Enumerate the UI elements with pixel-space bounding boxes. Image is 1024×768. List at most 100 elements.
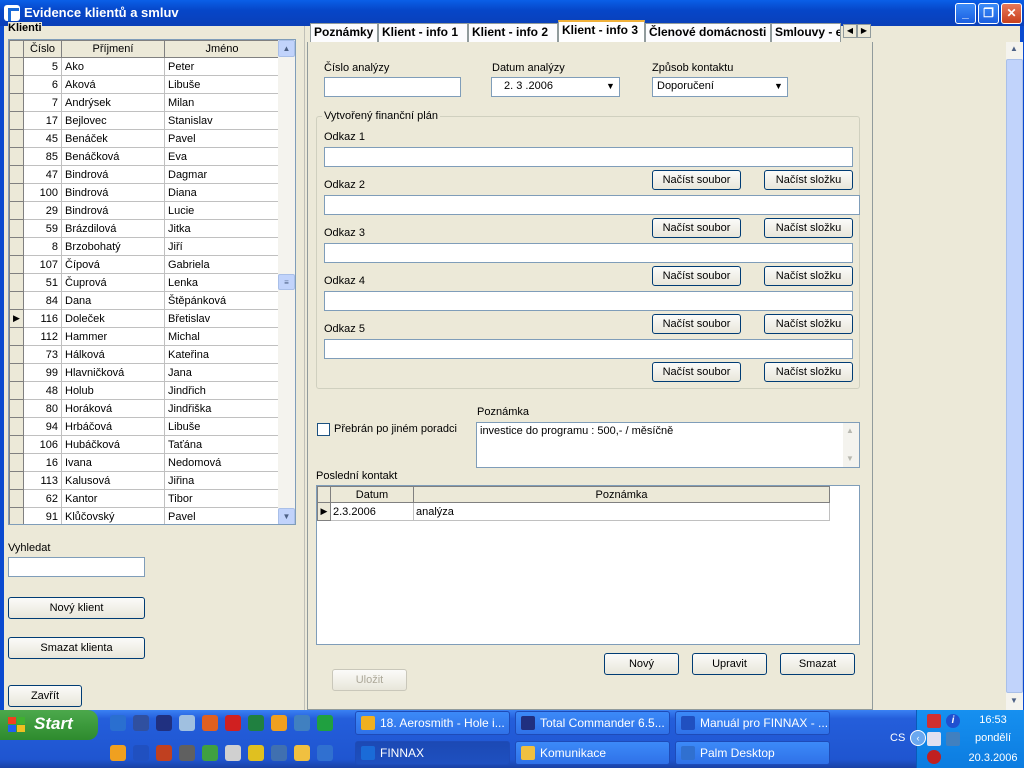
row-indicator[interactable] [9, 57, 24, 76]
row-indicator[interactable] [9, 93, 24, 112]
row-indicator[interactable] [9, 111, 24, 130]
quicklaunch-outlook-icon[interactable] [156, 745, 172, 761]
quicklaunch-folder-icon[interactable] [294, 745, 310, 761]
chevron-down-icon[interactable]: ▼ [603, 79, 618, 93]
table-row[interactable]: 113 Kalusová Jiřina [9, 471, 280, 490]
contact-new-button[interactable]: Nový [604, 653, 679, 675]
link-1-input[interactable] [324, 147, 853, 167]
table-row[interactable]: ▶ 116 Doleček Břetislav [9, 309, 280, 328]
row-indicator[interactable] [9, 183, 24, 202]
table-row[interactable]: 106 Hubáčková Taťána [9, 435, 280, 454]
column-header-date[interactable]: Datum [330, 486, 414, 503]
table-row[interactable]: 51 Čuprová Lenka [9, 273, 280, 292]
quicklaunch-app-icon[interactable] [248, 715, 264, 731]
row-indicator[interactable] [9, 471, 24, 490]
scroll-thumb[interactable]: ≡ [278, 274, 295, 290]
search-input[interactable] [8, 557, 145, 577]
load-folder-button-3[interactable]: Načíst složku [764, 266, 853, 286]
scroll-up-icon[interactable]: ▲ [846, 426, 854, 435]
tab-contracts[interactable]: Smlouvy - e [771, 23, 841, 42]
quicklaunch-firefox-icon[interactable] [202, 715, 218, 731]
minimize-button[interactable]: _ [955, 3, 976, 24]
quicklaunch-palm-icon[interactable] [317, 745, 333, 761]
table-row[interactable]: 29 Bindrová Lucie [9, 201, 280, 220]
save-button[interactable]: Uložit [332, 669, 407, 691]
tab-client-info-2[interactable]: Klient - info 2 [468, 23, 558, 42]
quicklaunch-winamp-icon[interactable] [271, 715, 287, 731]
table-row[interactable]: 62 Kantor Tibor [9, 489, 280, 508]
load-folder-button-4[interactable]: Načíst složku [764, 314, 853, 334]
new-client-button[interactable]: Nový klient [8, 597, 145, 619]
table-row[interactable]: ▶ 2.3.2006 analýza [317, 502, 830, 521]
row-indicator[interactable] [9, 327, 24, 346]
contact-method-select[interactable]: Doporučení ▼ [652, 77, 788, 97]
table-row[interactable]: 16 Ivana Nedomová [9, 453, 280, 472]
scroll-up-icon[interactable]: ▲ [1010, 44, 1018, 53]
scroll-up-icon[interactable]: ▲ [278, 40, 295, 57]
language-indicator[interactable]: CS [890, 732, 905, 744]
table-row[interactable]: 8 Brzobohatý Jiří [9, 237, 280, 256]
row-indicator[interactable] [9, 165, 24, 184]
close-app-button[interactable]: Zavřít [8, 685, 82, 707]
clients-scrollbar[interactable]: ▲ ≡ ▼ [278, 40, 295, 524]
table-row[interactable]: 85 Benáčková Eva [9, 147, 280, 166]
row-indicator[interactable] [9, 201, 24, 220]
table-row[interactable]: 6 Aková Libuše [9, 75, 280, 94]
antivirus-icon[interactable] [927, 750, 941, 764]
taken-over-checkbox[interactable] [317, 423, 330, 436]
main-scrollbar[interactable]: ▲ ▼ [1006, 42, 1023, 710]
quicklaunch-phone-icon[interactable] [248, 745, 264, 761]
row-indicator[interactable] [9, 399, 24, 418]
row-indicator[interactable] [9, 147, 24, 166]
row-indicator[interactable] [9, 273, 24, 292]
quicklaunch-word-icon[interactable] [133, 745, 149, 761]
link-3-input[interactable] [324, 243, 853, 263]
clients-grid[interactable]: Číslo Příjmení Jméno 5 Ako Peter 6 Aková Libu… [8, 39, 296, 525]
quicklaunch-tool-icon[interactable] [294, 715, 310, 731]
row-indicator[interactable] [9, 75, 24, 94]
contact-edit-button[interactable]: Upravit [692, 653, 767, 675]
taskbar-button[interactable]: FINNAX [355, 741, 510, 765]
row-indicator[interactable] [9, 219, 24, 238]
clock-time[interactable]: 16:53 [965, 714, 1021, 726]
column-header-name[interactable]: Jméno [164, 40, 280, 58]
delete-client-button[interactable]: Smazat klienta [8, 637, 145, 659]
quicklaunch-commander-icon[interactable] [156, 715, 172, 731]
taskbar-button[interactable]: Komunikace [515, 741, 670, 765]
quicklaunch-settings-icon[interactable] [179, 745, 195, 761]
network-icon[interactable] [927, 714, 941, 728]
table-row[interactable]: 100 Bindrová Diana [9, 183, 280, 202]
contact-delete-button[interactable]: Smazat [780, 653, 855, 675]
load-file-button-1[interactable]: Načíst soubor [652, 170, 741, 190]
quicklaunch-bs-icon[interactable] [271, 745, 287, 761]
quicklaunch-globe-icon[interactable] [202, 745, 218, 761]
table-row[interactable]: 80 Horáková Jindřiška [9, 399, 280, 418]
link-5-input[interactable] [324, 339, 853, 359]
taken-over-label[interactable]: Přebrán po jiném poradci [334, 423, 457, 435]
taskbar-button[interactable]: 18. Aerosmith - Hole i... [355, 711, 510, 735]
quicklaunch-opera-icon[interactable] [225, 715, 241, 731]
security-icon[interactable] [927, 732, 941, 746]
table-row[interactable]: 84 Dana Štěpánková [9, 291, 280, 310]
quicklaunch-excel-icon[interactable] [317, 715, 333, 731]
table-row[interactable]: 91 Klůčovský Pavel [9, 507, 280, 524]
tab-scroll-left-icon[interactable]: ◀ [843, 24, 857, 38]
taskbar-button[interactable]: Palm Desktop [675, 741, 830, 765]
table-row[interactable]: 99 Hlavničková Jana [9, 363, 280, 382]
column-header-number[interactable]: Číslo [23, 40, 62, 58]
quicklaunch-ie-icon[interactable] [110, 715, 126, 731]
row-indicator[interactable] [9, 291, 24, 310]
row-indicator[interactable] [9, 237, 24, 256]
scroll-thumb[interactable] [1006, 59, 1023, 693]
close-button[interactable]: ✕ [1001, 3, 1022, 24]
row-indicator[interactable] [9, 507, 24, 524]
taskbar-button[interactable]: Manuál pro FINNAX - ... [675, 711, 830, 735]
start-button[interactable]: Start [0, 710, 98, 740]
table-row[interactable]: 59 Brázdilová Jitka [9, 219, 280, 238]
load-folder-button-1[interactable]: Načíst složku [764, 170, 853, 190]
table-row[interactable]: 17 Bejlovec Stanislav [9, 111, 280, 130]
table-row[interactable]: 112 Hammer Michal [9, 327, 280, 346]
last-contact-grid[interactable]: Datum Poznámka ▶ 2.3.2006 analýza [316, 485, 860, 645]
tab-client-info-3[interactable]: Klient - info 3 [558, 20, 645, 42]
tab-client-info-1[interactable]: Klient - info 1 [378, 23, 468, 42]
